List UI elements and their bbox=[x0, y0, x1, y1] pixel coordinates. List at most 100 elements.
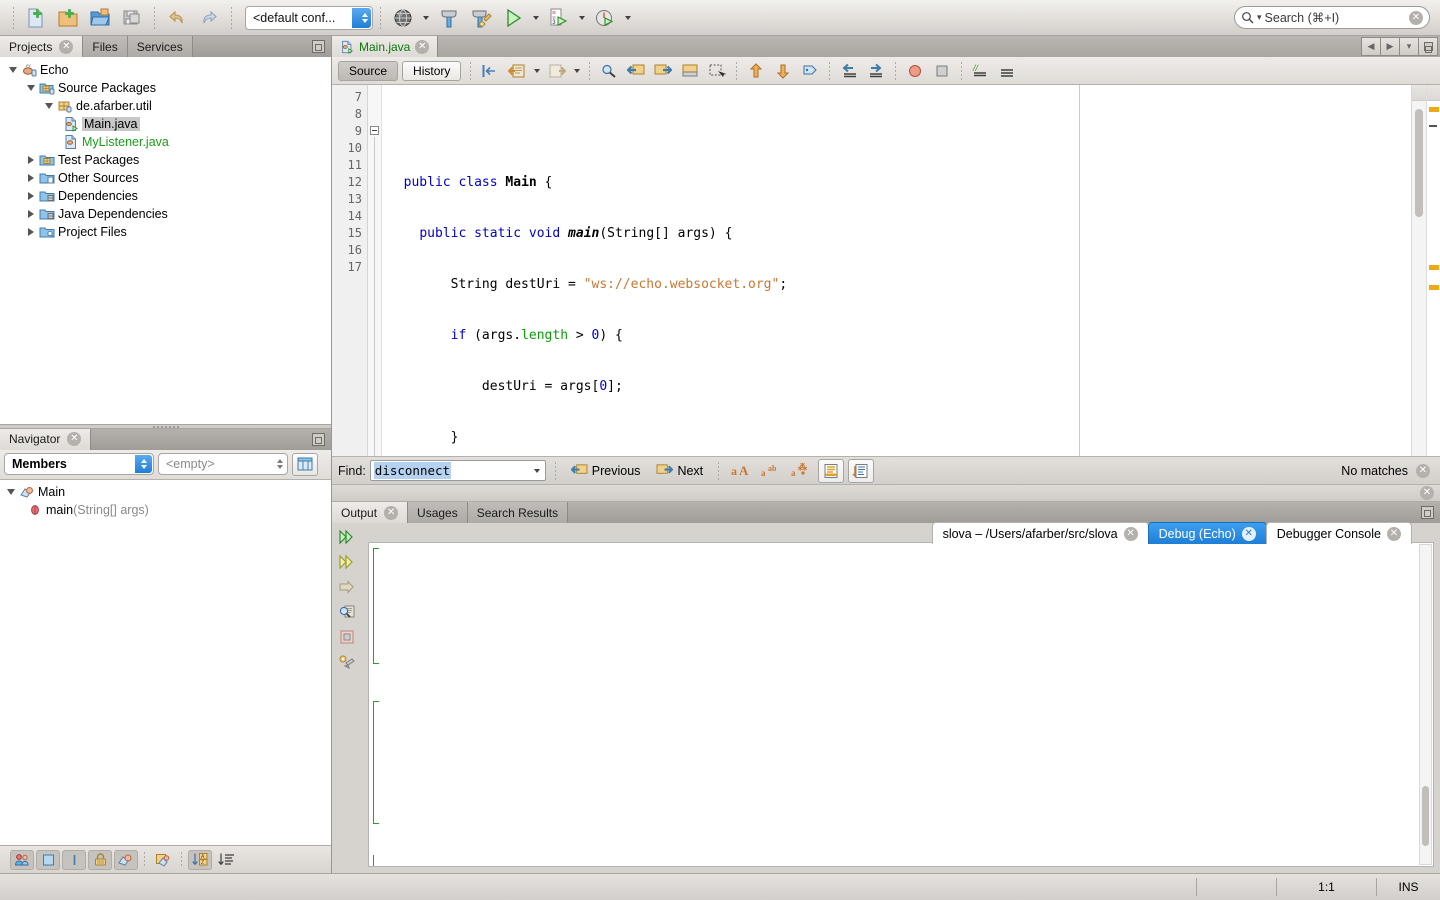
find-selection-icon[interactable] bbox=[596, 59, 622, 83]
tree-item-main-java[interactable]: Main.java bbox=[0, 115, 331, 133]
navigator-filter-combo[interactable]: <empty> bbox=[158, 453, 288, 475]
scrollbar-thumb[interactable] bbox=[1415, 109, 1423, 217]
next-error-icon[interactable] bbox=[770, 59, 796, 83]
code-editor[interactable]: 7 8 9 10 11 12 13 14 15 16 17 public cla… bbox=[332, 85, 1440, 456]
find-previous-button[interactable]: Previous bbox=[565, 461, 647, 480]
output-tab-debug-echo[interactable]: Debug (Echo) ✕ bbox=[1147, 522, 1267, 544]
annotation-marker[interactable] bbox=[1429, 265, 1439, 270]
project-configuration-combo[interactable]: <default conf... bbox=[245, 5, 373, 30]
maximize-output-icon[interactable] bbox=[1421, 506, 1434, 519]
tab-services[interactable]: Services bbox=[127, 36, 193, 57]
run-project-button[interactable] bbox=[498, 4, 528, 32]
tree-item-echo[interactable]: Echo bbox=[0, 61, 331, 79]
step-icon[interactable] bbox=[336, 577, 358, 597]
fold-toggle-icon[interactable] bbox=[370, 126, 379, 135]
comment-icon[interactable]: // bbox=[968, 59, 994, 83]
output-tab-debug-echo-close-icon[interactable]: ✕ bbox=[1241, 526, 1256, 541]
collapse-twisty-icon[interactable] bbox=[24, 156, 38, 164]
tab-main-java[interactable]: Main.java ✕ bbox=[332, 36, 439, 57]
code-text[interactable]: public class Main { public static void m… bbox=[382, 85, 1411, 456]
set-browser-button[interactable] bbox=[388, 4, 418, 32]
tree-item-package-de-afarber-util[interactable]: de.afarber.util bbox=[0, 97, 331, 115]
shift-right-icon[interactable] bbox=[863, 59, 889, 83]
regular-expression-icon[interactable]: a ⁂ bbox=[788, 459, 814, 483]
run-chevron-down-icon[interactable] bbox=[530, 4, 542, 32]
show-non-public-button[interactable] bbox=[88, 849, 112, 870]
tab-output[interactable]: Output ✕ bbox=[332, 502, 409, 523]
tab-output-close-icon[interactable]: ✕ bbox=[384, 505, 399, 520]
annotation-marker[interactable] bbox=[1429, 285, 1439, 290]
output-vertical-scrollbar[interactable] bbox=[1419, 544, 1432, 865]
build-project-button[interactable] bbox=[434, 4, 464, 32]
scroll-tabs-right-button[interactable]: ▶ bbox=[1380, 37, 1400, 56]
undo-button[interactable] bbox=[162, 4, 192, 32]
tree-item-mylistener-java[interactable]: MyListener.java bbox=[0, 133, 331, 151]
left-splitter[interactable] bbox=[0, 423, 331, 429]
debug-project-button[interactable]: 3 bbox=[544, 4, 574, 32]
navigator-scope-stepper-icon[interactable] bbox=[135, 455, 152, 473]
collapse-twisty-icon[interactable] bbox=[24, 192, 38, 200]
scroll-tabs-left-button[interactable]: ◀ bbox=[1361, 37, 1381, 56]
find-in-output-icon[interactable] bbox=[336, 602, 358, 622]
output-scrollbar-thumb[interactable] bbox=[1422, 786, 1429, 846]
stop-icon[interactable] bbox=[336, 627, 358, 647]
output-console[interactable]: Executing command line: /Library/Java/Ja… bbox=[368, 542, 1434, 867]
tab-projects[interactable]: Projects ✕ bbox=[0, 36, 84, 57]
previous-error-icon[interactable] bbox=[743, 59, 769, 83]
output-tab-debugger-console[interactable]: Debugger Console ✕ bbox=[1265, 522, 1412, 544]
expand-twisty-icon[interactable] bbox=[4, 488, 18, 495]
output-tab-slova[interactable]: slova – /Users/afarber/src/slova ✕ bbox=[931, 522, 1149, 544]
forward-chevron-down-icon[interactable] bbox=[571, 57, 583, 85]
last-edit-icon[interactable] bbox=[477, 59, 503, 83]
uncomment-icon[interactable] bbox=[995, 59, 1021, 83]
tab-search-results[interactable]: Search Results bbox=[467, 502, 569, 523]
profile-chevron-down-icon[interactable] bbox=[622, 4, 634, 32]
debug-chevron-down-icon[interactable] bbox=[576, 4, 588, 32]
expand-twisty-icon[interactable] bbox=[24, 85, 38, 91]
forward-icon[interactable] bbox=[544, 59, 570, 83]
show-static-button[interactable] bbox=[62, 849, 86, 870]
new-file-button[interactable] bbox=[21, 4, 51, 32]
previous-bookmark-icon[interactable] bbox=[623, 59, 649, 83]
collapse-twisty-icon[interactable] bbox=[24, 228, 38, 236]
tab-projects-close-icon[interactable]: ✕ bbox=[59, 39, 74, 54]
collapse-twisty-icon[interactable] bbox=[24, 210, 38, 218]
find-next-button[interactable]: Next bbox=[650, 461, 709, 480]
tree-item-java-dependencies[interactable]: Java Dependencies bbox=[0, 205, 331, 223]
show-all-members-button[interactable] bbox=[114, 849, 138, 870]
collapse-twisty-icon[interactable] bbox=[24, 174, 38, 182]
redo-button[interactable] bbox=[194, 4, 224, 32]
maximize-editor-button[interactable] bbox=[1418, 37, 1438, 56]
show-fields-button[interactable] bbox=[36, 849, 60, 870]
navigator-view-button[interactable] bbox=[292, 452, 318, 476]
navigator-item-main-class[interactable]: Main bbox=[0, 483, 331, 501]
back-icon[interactable] bbox=[504, 59, 530, 83]
find-input[interactable]: disconnect bbox=[369, 460, 546, 481]
tab-history[interactable]: History bbox=[402, 60, 462, 81]
sort-alphabetically-button[interactable]: AZ bbox=[188, 849, 212, 870]
new-project-button[interactable] bbox=[53, 4, 83, 32]
editor-secondary-close-icon[interactable]: ✕ bbox=[1420, 486, 1434, 500]
tree-item-project-files[interactable]: Project Files bbox=[0, 223, 331, 241]
navigator-item-main-method[interactable]: main(String[] args) bbox=[0, 501, 331, 519]
next-bookmark-icon[interactable] bbox=[650, 59, 676, 83]
toggle-rectangular-selection-icon[interactable] bbox=[704, 59, 730, 83]
save-all-button[interactable] bbox=[117, 4, 147, 32]
maximize-navigator-icon[interactable] bbox=[312, 432, 325, 446]
tab-usages[interactable]: Usages bbox=[408, 502, 468, 523]
rerun-alt-icon[interactable] bbox=[336, 552, 358, 572]
annotation-marker[interactable] bbox=[1429, 125, 1437, 127]
tree-item-other-sources[interactable]: Other Sources bbox=[0, 169, 331, 187]
find-bar-close-icon[interactable]: ✕ bbox=[1416, 463, 1430, 478]
editor-vertical-scrollbar[interactable] bbox=[1411, 85, 1426, 456]
annotation-marker[interactable] bbox=[1429, 107, 1439, 112]
browser-chevron-down-icon[interactable] bbox=[420, 4, 432, 32]
sort-by-source-button[interactable] bbox=[214, 850, 238, 870]
toggle-bookmark-icon[interactable] bbox=[677, 59, 703, 83]
configuration-stepper-icon[interactable] bbox=[352, 7, 371, 28]
tab-files[interactable]: Files bbox=[83, 36, 128, 57]
clean-build-button[interactable] bbox=[466, 4, 496, 32]
back-chevron-down-icon[interactable] bbox=[531, 57, 543, 85]
rerun-icon[interactable] bbox=[336, 527, 358, 547]
show-inherited-members-button[interactable] bbox=[10, 849, 34, 870]
